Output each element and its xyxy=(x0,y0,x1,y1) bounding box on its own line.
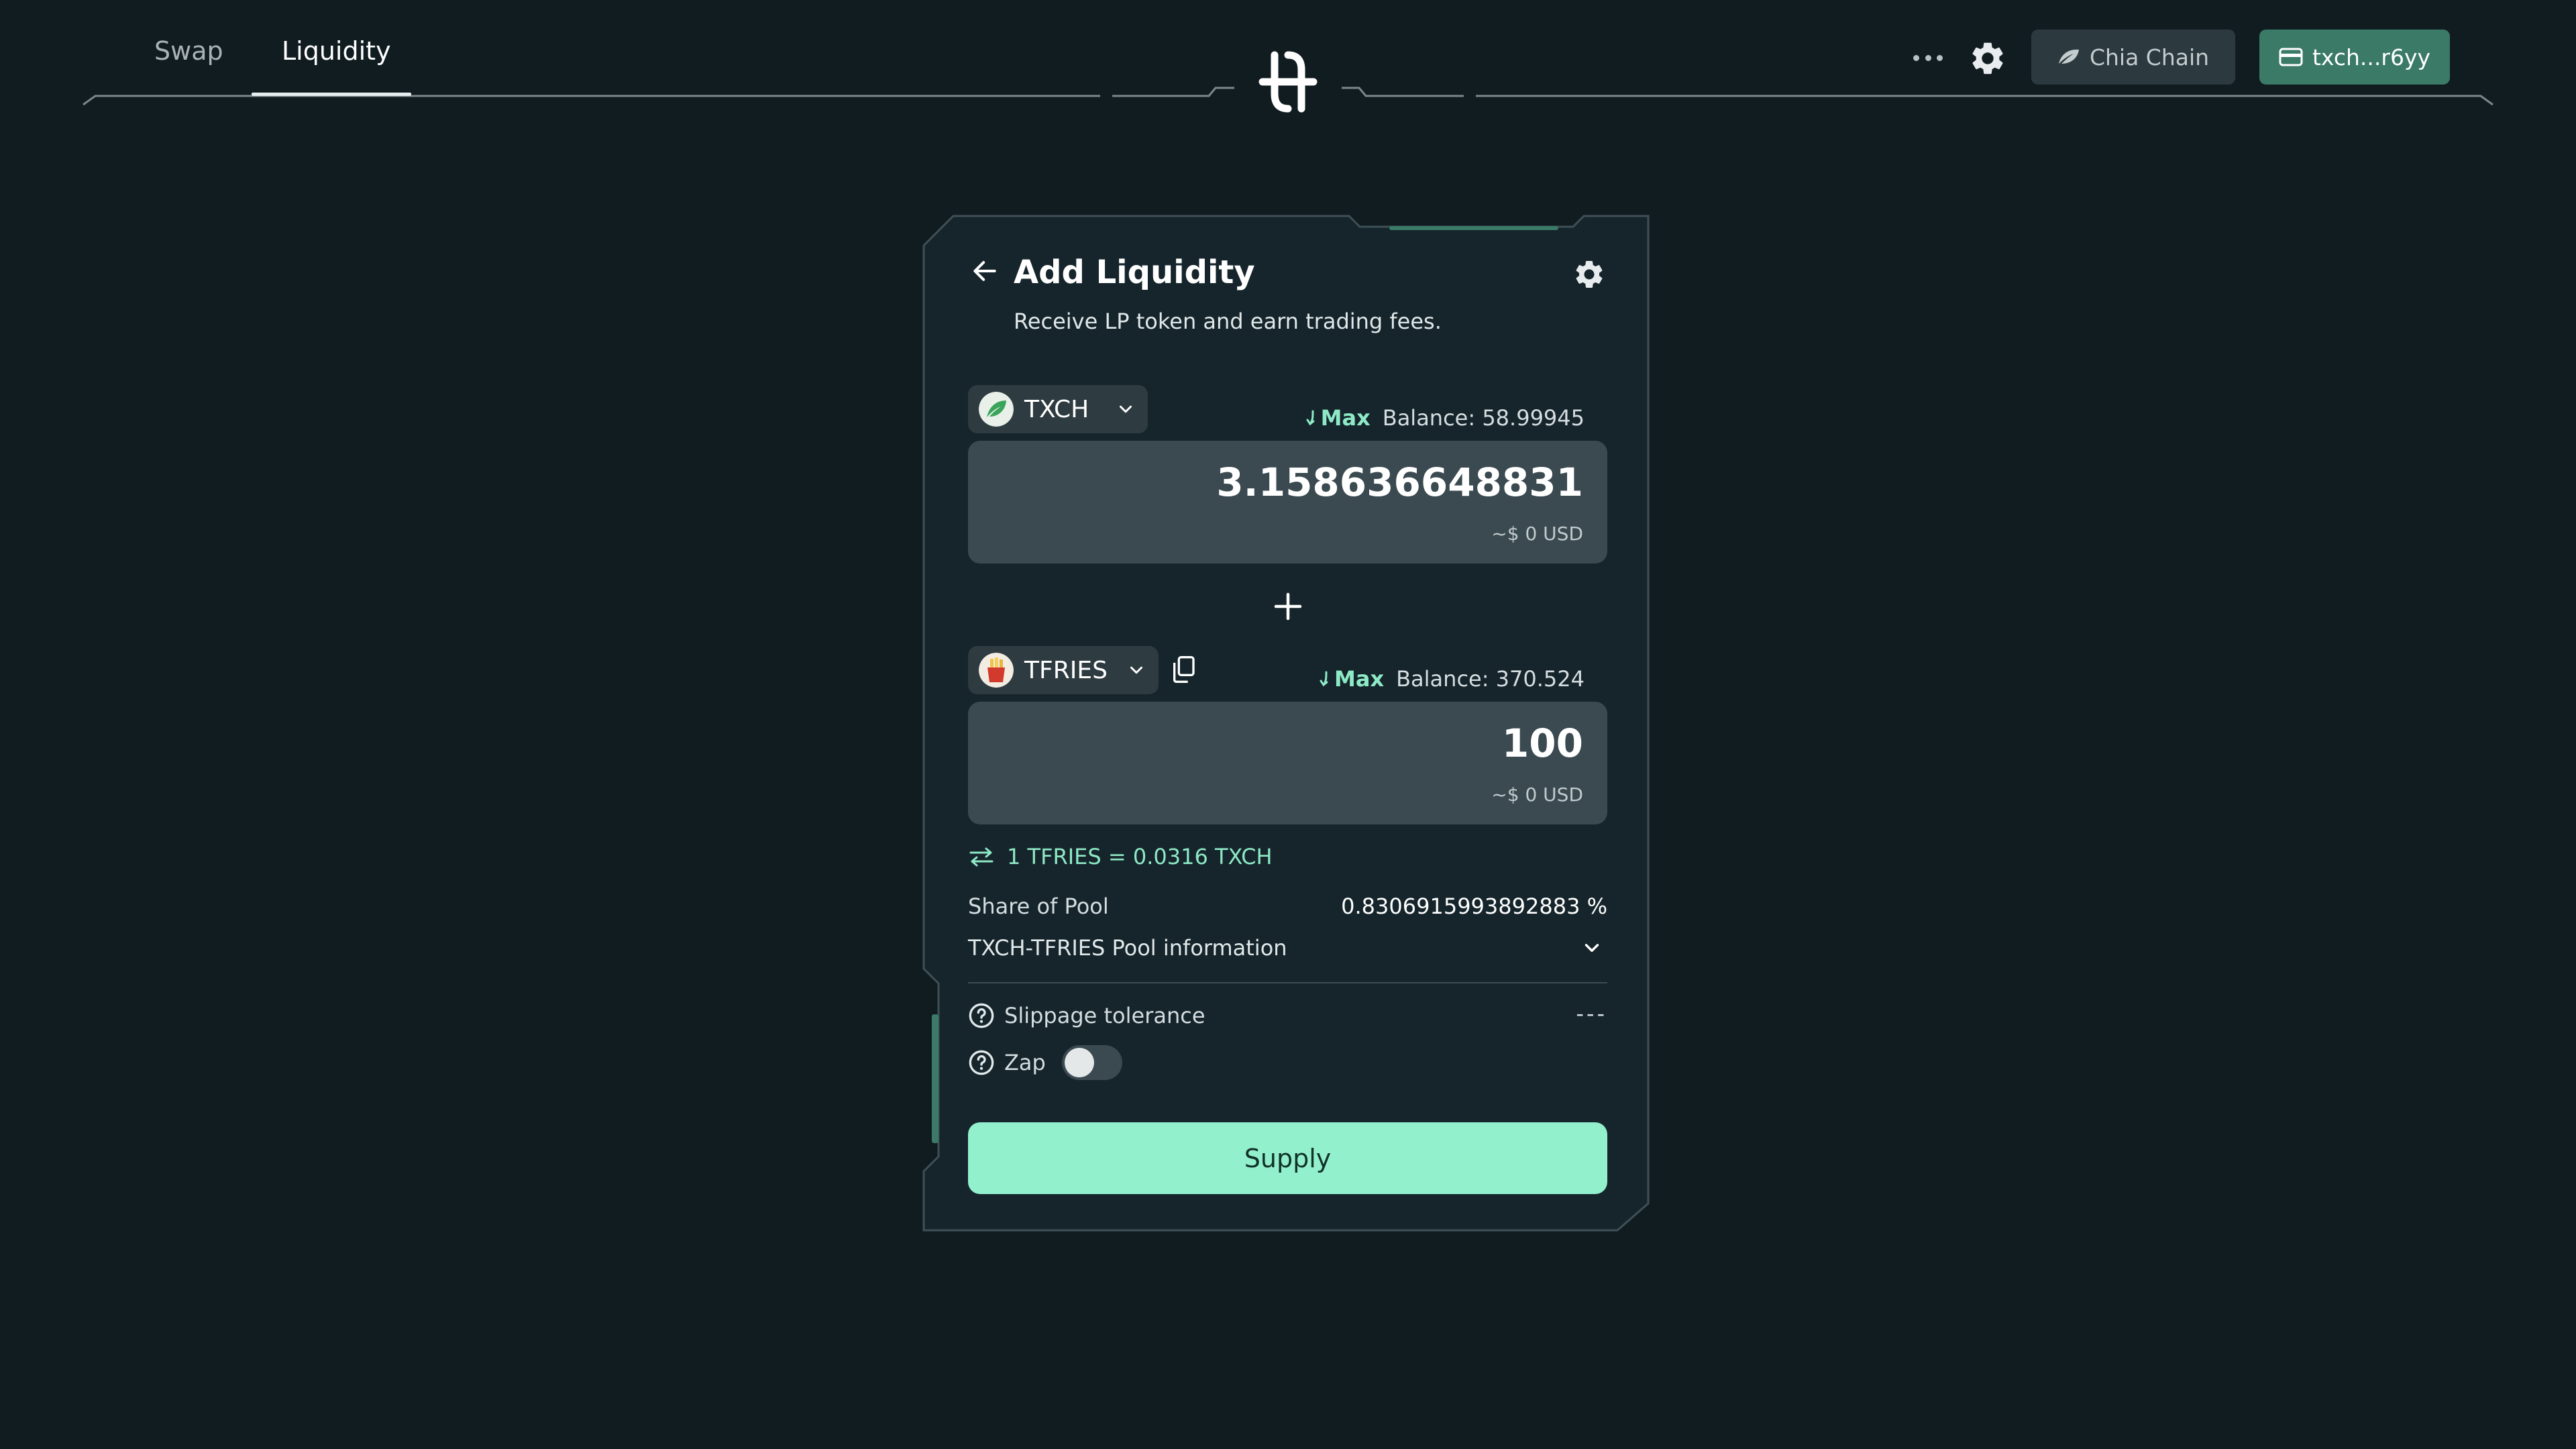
token-b-symbol: TFRIES xyxy=(1024,656,1108,684)
token-a-amount-input[interactable] xyxy=(1046,460,1583,505)
card-subtitle: Receive LP token and earn trading fees. xyxy=(1014,309,1442,334)
active-tab-indicator xyxy=(252,93,411,96)
tfries-token-icon xyxy=(979,653,1014,688)
token-b-max-button[interactable]: Max xyxy=(1320,666,1384,692)
wallet-address: txch...r6yy xyxy=(2312,44,2431,70)
plus-icon xyxy=(1274,592,1302,621)
chain-selector-button[interactable]: Chia Chain xyxy=(2031,30,2235,85)
token-a-usd-value: ~$ 0 USD xyxy=(1491,523,1583,545)
chevron-down-icon xyxy=(1130,666,1142,674)
token-a-symbol: TXCH xyxy=(1024,395,1089,423)
swap-arrows-icon xyxy=(969,847,994,867)
token-b-selector[interactable]: TFRIES xyxy=(968,646,1159,694)
chain-label: Chia Chain xyxy=(2089,44,2210,70)
exchange-rate-text: 1 TFRIES = 0.0316 TXCH xyxy=(1007,844,1273,869)
token-b-balance: Balance: 370.524 xyxy=(1396,666,1585,692)
leaf-icon xyxy=(2058,49,2079,64)
token-a-balance: Balance: 58.99945 xyxy=(1382,405,1585,431)
back-arrow-icon[interactable] xyxy=(970,256,1000,286)
token-b-balance-row: Max Balance: 370.524 xyxy=(1320,666,1585,692)
copy-icon[interactable] xyxy=(1170,655,1197,684)
exchange-rate[interactable]: 1 TFRIES = 0.0316 TXCH xyxy=(968,844,1273,869)
help-circle-icon[interactable] xyxy=(968,1049,995,1076)
wallet-button[interactable]: txch...r6yy xyxy=(2259,30,2450,85)
max-label: Max xyxy=(1320,405,1371,431)
token-b-usd-value: ~$ 0 USD xyxy=(1491,784,1583,806)
share-of-pool-value: 0.8306915993892883 % xyxy=(1341,894,1607,919)
token-a-max-button[interactable]: Max xyxy=(1306,405,1371,431)
zap-label: Zap xyxy=(1004,1050,1046,1075)
arrow-down-left-icon xyxy=(1306,410,1315,426)
supply-button[interactable]: Supply xyxy=(968,1122,1607,1194)
more-icon[interactable] xyxy=(1913,51,1943,64)
chevron-down-icon xyxy=(1120,405,1132,413)
zap-row: Zap xyxy=(968,1045,1122,1080)
zap-toggle-knob xyxy=(1064,1048,1094,1077)
settings-icon[interactable] xyxy=(1572,258,1606,291)
logo[interactable] xyxy=(1253,47,1323,117)
token-b-amount-input[interactable] xyxy=(1046,720,1583,766)
zap-toggle[interactable] xyxy=(1061,1045,1122,1080)
card-title: Add Liquidity xyxy=(1014,254,1255,291)
arrow-down-left-icon xyxy=(1320,671,1328,687)
settings-icon[interactable] xyxy=(1968,39,2007,78)
tab-liquidity[interactable]: Liquidity xyxy=(282,36,391,66)
slippage-value[interactable]: --- xyxy=(1576,1001,1607,1026)
slippage-row: Slippage tolerance xyxy=(968,1002,1205,1029)
token-b-amount-box: ~$ 0 USD xyxy=(968,702,1607,824)
share-of-pool-label: Share of Pool xyxy=(968,894,1109,919)
divider xyxy=(968,982,1607,983)
txch-token-icon xyxy=(979,392,1014,427)
token-a-amount-box: ~$ 0 USD xyxy=(968,441,1607,564)
chevron-down-icon xyxy=(1585,944,1599,952)
token-a-balance-row: Max Balance: 58.99945 xyxy=(1306,405,1585,431)
max-label: Max xyxy=(1334,666,1385,692)
help-circle-icon[interactable] xyxy=(968,1002,995,1029)
wallet-icon xyxy=(2279,48,2303,66)
tab-swap[interactable]: Swap xyxy=(154,36,223,66)
slippage-label: Slippage tolerance xyxy=(1004,1003,1205,1028)
token-a-selector[interactable]: TXCH xyxy=(968,385,1148,433)
pool-information-label: TXCH-TFRIES Pool information xyxy=(968,935,1287,961)
pool-information-toggle[interactable]: TXCH-TFRIES Pool information xyxy=(968,935,1607,961)
